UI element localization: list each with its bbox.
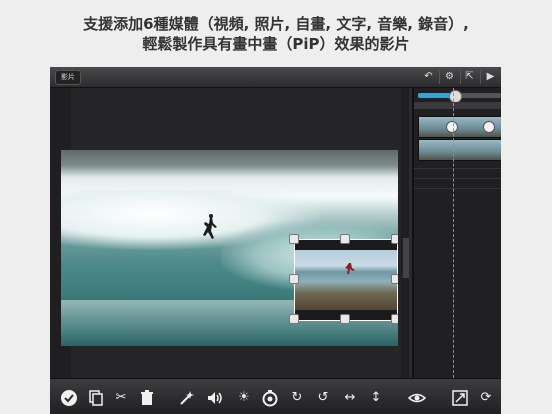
- promo-headline: 支援添加6種媒體（視頻, 照片, 自畫, 文字, 音樂, 錄音）, 輕鬆製作具有…: [0, 14, 552, 54]
- rotate-clockwise-icon[interactable]: ↻: [288, 389, 306, 407]
- eye-icon[interactable]: [408, 389, 426, 407]
- trim-handle-left[interactable]: [446, 121, 458, 133]
- copy-icon[interactable]: [87, 389, 105, 407]
- preview-canvas: [50, 88, 409, 378]
- bottom-toolbar: ✂ ☀ ↻ ↺ ↔ ↕ ⟳: [50, 378, 501, 414]
- timeline-ruler: [414, 102, 501, 109]
- app-window: 影片 ↶ ⚙ ⇱ ▶ ✂ ☀ ↻ ↺ ↔ ↕ ⟳: [50, 67, 501, 414]
- gear-icon[interactable]: ⚙: [441, 69, 458, 85]
- timeline-track-divider: [414, 188, 501, 189]
- resize-handle-bottom-left[interactable]: [289, 314, 299, 324]
- trim-handle-right[interactable]: [483, 121, 495, 133]
- timeline-track-divider: [414, 168, 501, 169]
- surfer-figure: [203, 214, 217, 239]
- rotate-counterclockwise-icon[interactable]: ↺: [314, 389, 332, 407]
- clip-thumbnail: [485, 140, 501, 160]
- toolbar-divider: [480, 70, 481, 84]
- timeline-track-divider: [414, 178, 501, 179]
- toolbar-divider: [439, 70, 440, 84]
- volume-icon[interactable]: [206, 389, 224, 407]
- refresh-icon[interactable]: ⟳: [477, 389, 495, 407]
- timeline-playhead[interactable]: [453, 88, 454, 378]
- flip-horizontal-icon[interactable]: ↔: [341, 389, 359, 407]
- resize-handle-top-left[interactable]: [289, 234, 299, 244]
- undo-icon[interactable]: ↶: [420, 69, 437, 85]
- resize-handle-right[interactable]: [391, 274, 398, 284]
- resize-handle-bottom-right[interactable]: [391, 314, 398, 324]
- headline-line-2: 輕鬆製作具有畫中畫（PiP）效果的影片: [142, 35, 410, 53]
- trash-icon[interactable]: [138, 389, 156, 407]
- fullscreen-icon[interactable]: [451, 389, 469, 407]
- brightness-icon[interactable]: ☀: [235, 389, 253, 407]
- resize-handle-left[interactable]: [289, 274, 299, 284]
- panel-resize-grip[interactable]: [402, 238, 409, 278]
- checkmark-icon[interactable]: [60, 389, 78, 407]
- clip-thumbnail: [463, 140, 486, 160]
- headline-line-1: 支援添加6種媒體（視頻, 照片, 自畫, 文字, 音樂, 錄音）,: [83, 15, 469, 33]
- clip-thumbnail: [419, 140, 442, 160]
- main-video-frame[interactable]: [61, 150, 398, 346]
- play-icon[interactable]: ▶: [482, 69, 499, 85]
- share-icon[interactable]: ⇱: [461, 69, 478, 85]
- top-toolbar: 影片 ↶ ⚙ ⇱ ▶: [50, 67, 501, 88]
- resize-handle-bottom[interactable]: [340, 314, 350, 324]
- resize-handle-top-right[interactable]: [391, 234, 398, 244]
- flip-vertical-icon[interactable]: ↕: [367, 389, 385, 407]
- back-button[interactable]: 影片: [55, 70, 81, 85]
- magic-wand-icon[interactable]: [178, 389, 196, 407]
- pip-video-overlay[interactable]: [294, 239, 398, 321]
- timeline-clip-main[interactable]: [418, 139, 501, 161]
- clip-thumbnail: [419, 117, 442, 137]
- timer-icon[interactable]: [261, 389, 279, 407]
- resize-handle-top[interactable]: [340, 234, 350, 244]
- scissors-icon[interactable]: ✂: [112, 389, 130, 407]
- timeline-panel: [412, 88, 501, 378]
- timeline-zoom-slider[interactable]: [418, 90, 501, 103]
- pip-surfer-figure: [345, 263, 355, 274]
